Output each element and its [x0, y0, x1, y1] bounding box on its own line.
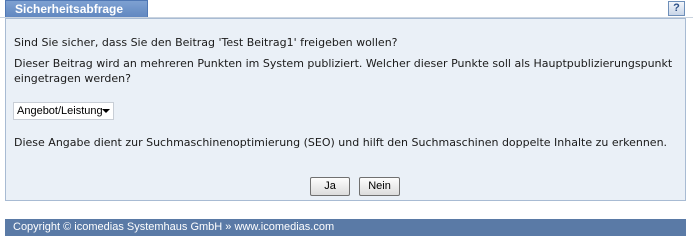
- dialog-header: Sicherheitsabfrage ?: [0, 0, 693, 18]
- footer-bar: Copyright © icomedias Systemhaus GmbH » …: [5, 219, 686, 236]
- footer-copyright: Copyright © icomedias Systemhaus GmbH »: [13, 221, 232, 233]
- footer-website-link[interactable]: www.icomedias.com: [234, 221, 334, 233]
- dialog-title-tab: Sicherheitsabfrage: [5, 0, 148, 18]
- seo-note: Diese Angabe dient zur Suchmaschinenopti…: [14, 136, 668, 149]
- confirmation-question: Sind Sie sicher, dass Sie den Beitrag 'T…: [14, 36, 398, 49]
- yes-button[interactable]: Ja: [310, 177, 350, 196]
- publication-point-select-value: Angebot/Leistung: [17, 105, 103, 117]
- publication-point-description: Dieser Beitrag wird an mehreren Punkten …: [14, 57, 673, 85]
- help-button[interactable]: ?: [668, 1, 685, 16]
- chevron-down-icon: [102, 109, 110, 113]
- no-button[interactable]: Nein: [359, 177, 400, 196]
- dialog-panel: Sind Sie sicher, dass Sie den Beitrag 'T…: [5, 18, 686, 201]
- publication-point-select[interactable]: Angebot/Leistung: [13, 102, 114, 120]
